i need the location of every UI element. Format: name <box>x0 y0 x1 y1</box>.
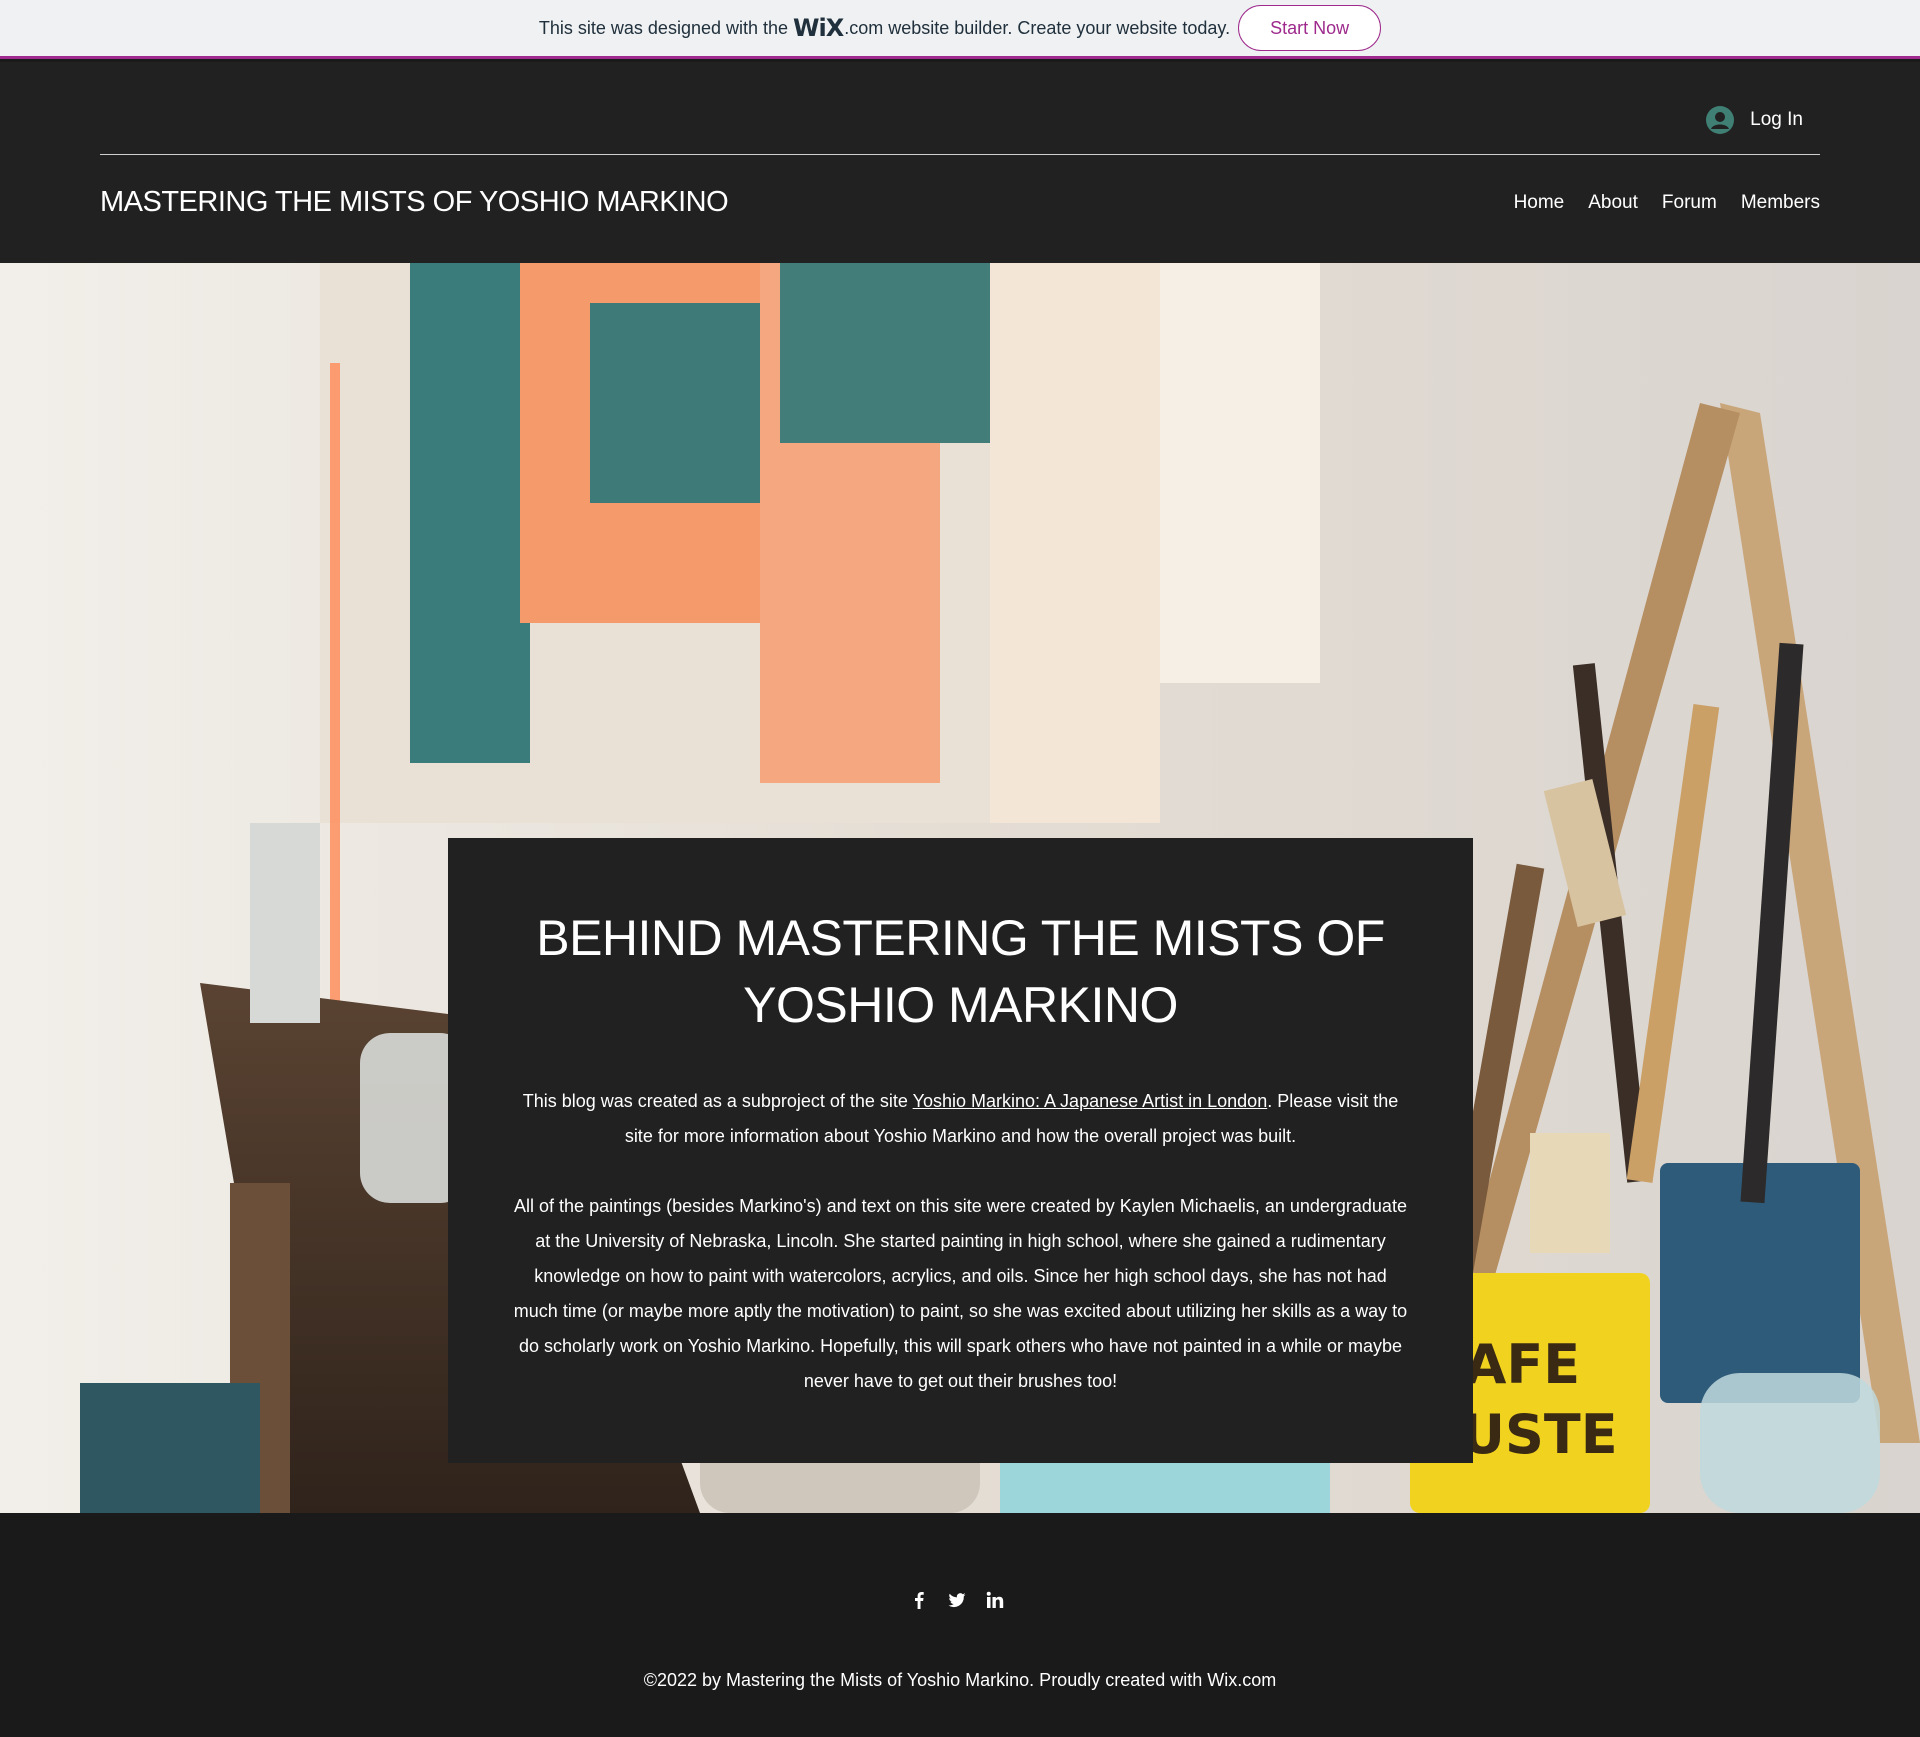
about-panel: BEHIND MASTERING THE MISTS OF YOSHIO MAR… <box>448 838 1473 1463</box>
site-title[interactable]: MASTERING THE MISTS OF YOSHIO MARKINO <box>100 186 729 219</box>
copyright-text: ©2022 by Mastering the Mists of Yoshio M… <box>643 1670 1277 1690</box>
avatar-icon <box>1706 106 1735 134</box>
nav-members[interactable]: Members <box>1741 192 1820 214</box>
site-header: Log In MASTERING THE MISTS OF YOSHIO MAR… <box>0 62 1920 263</box>
nav-about[interactable]: About <box>1588 192 1638 214</box>
linkedin-icon[interactable] <box>986 1591 1004 1609</box>
panel-paragraph-author: All of the paintings (besides Markino's)… <box>513 1196 1408 1391</box>
panel-title: BEHIND MASTERING THE MISTS OF YOSHIO MAR… <box>536 910 1385 1033</box>
wix-logo[interactable]: WiX <box>793 14 844 42</box>
banner-text-after: website builder. Create your website tod… <box>888 17 1231 38</box>
twitter-icon[interactable] <box>948 1591 966 1609</box>
nav-forum[interactable]: Forum <box>1662 192 1717 214</box>
hero-section: CAFE BUSTE BEHIND MASTERING THE MISTS OF… <box>0 263 1920 1513</box>
site-footer: ©2022 by Mastering the Mists of Yoshio M… <box>0 1513 1920 1737</box>
facebook-icon[interactable] <box>910 1591 928 1609</box>
wix-banner: This site was designed with the WiX .com… <box>0 0 1920 59</box>
project-site-link[interactable]: Yoshio Markino: A Japanese Artist in Lon… <box>913 1091 1268 1111</box>
start-now-button[interactable]: Start Now <box>1238 5 1382 51</box>
banner-text-before: This site was designed with the <box>538 17 789 38</box>
nav-home[interactable]: Home <box>1514 192 1565 214</box>
intro-text-before: This blog was created as a subproject of… <box>522 1091 913 1111</box>
wix-dotcom: .com <box>844 17 884 38</box>
panel-paragraph-intro: This blog was created as a subproject of… <box>521 1084 1401 1154</box>
main-nav: Home About Forum Members <box>1514 192 1820 214</box>
login-label: Log In <box>1750 109 1803 130</box>
social-bar <box>910 1591 1004 1609</box>
login-button[interactable]: Log In <box>1706 106 1803 134</box>
wix-banner-text: This site was designed with the WiX .com… <box>539 14 1230 42</box>
header-divider <box>100 154 1820 155</box>
